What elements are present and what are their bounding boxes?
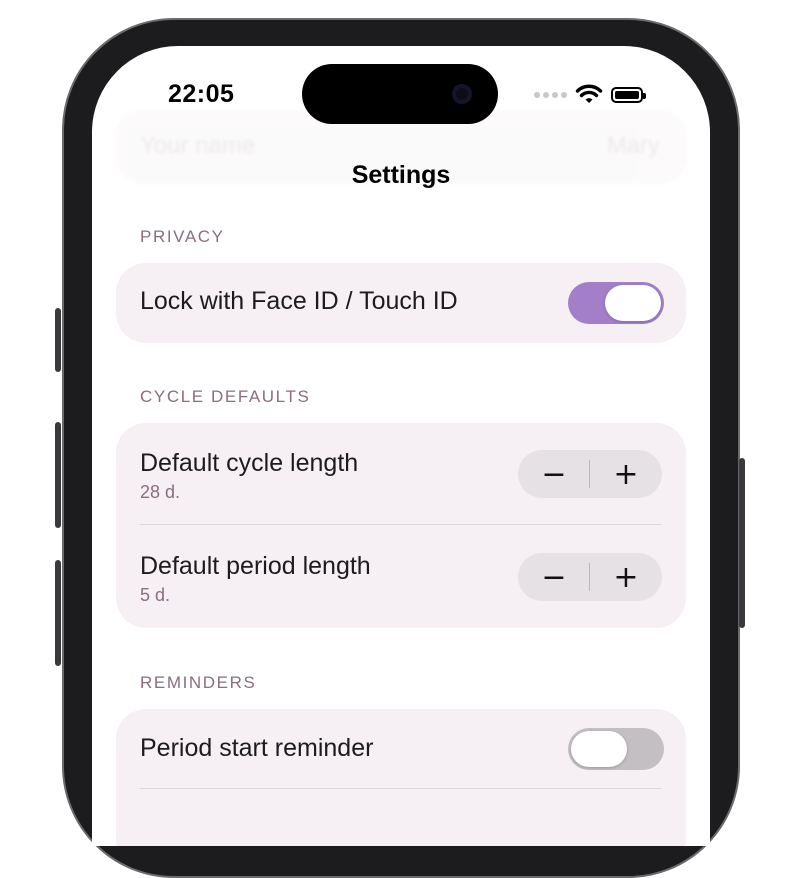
- volume-down-button: [55, 560, 61, 666]
- cellular-signal-icon: [534, 92, 567, 98]
- front-camera: [452, 84, 472, 104]
- section-header-privacy: PRIVACY: [140, 227, 225, 246]
- battery-icon: [611, 87, 646, 103]
- cycle-length-minus-button[interactable]: −: [518, 450, 590, 498]
- default-cycle-length-value: 28 d.: [140, 482, 181, 502]
- wifi-icon: [575, 84, 603, 103]
- dynamic-island: [302, 64, 498, 124]
- default-period-length-value: 5 d.: [140, 585, 171, 605]
- row-divider: [140, 524, 662, 525]
- status-time: 22:05: [168, 80, 235, 108]
- row-divider: [140, 788, 662, 789]
- face-id-lock-toggle[interactable]: [568, 282, 664, 324]
- period-start-reminder-label: Period start reminder: [140, 734, 374, 762]
- action-button: [55, 308, 61, 372]
- cycle-defaults-card: Default cycle length 28 d. − + Default p…: [116, 423, 686, 628]
- reminders-card: Period start reminder: [116, 709, 686, 846]
- period-length-stepper[interactable]: − +: [518, 553, 662, 601]
- toggle-knob: [571, 731, 627, 767]
- toggle-knob: [605, 285, 661, 321]
- privacy-card: Lock with Face ID / Touch ID: [116, 263, 686, 343]
- volume-up-button: [55, 422, 61, 528]
- cycle-length-stepper[interactable]: − +: [518, 450, 662, 498]
- period-length-plus-button[interactable]: +: [590, 553, 662, 601]
- power-button: [739, 458, 745, 628]
- page-title: Settings: [351, 161, 451, 189]
- section-header-reminders: REMINDERS: [140, 673, 257, 692]
- face-id-lock-label: Lock with Face ID / Touch ID: [140, 287, 458, 315]
- name-label: Your name: [140, 132, 256, 159]
- period-length-minus-button[interactable]: −: [518, 553, 590, 601]
- screen: Your name Mary 22:05 Settings PRIVACY Lo…: [92, 46, 710, 846]
- default-period-length-label: Default period length: [140, 552, 371, 580]
- default-cycle-length-label: Default cycle length: [140, 449, 359, 477]
- period-start-reminder-toggle[interactable]: [568, 728, 664, 770]
- section-header-cycle-defaults: CYCLE DEFAULTS: [140, 387, 311, 406]
- name-value: Mary: [606, 132, 660, 159]
- cycle-length-plus-button[interactable]: +: [590, 450, 662, 498]
- status-icons: [534, 84, 646, 106]
